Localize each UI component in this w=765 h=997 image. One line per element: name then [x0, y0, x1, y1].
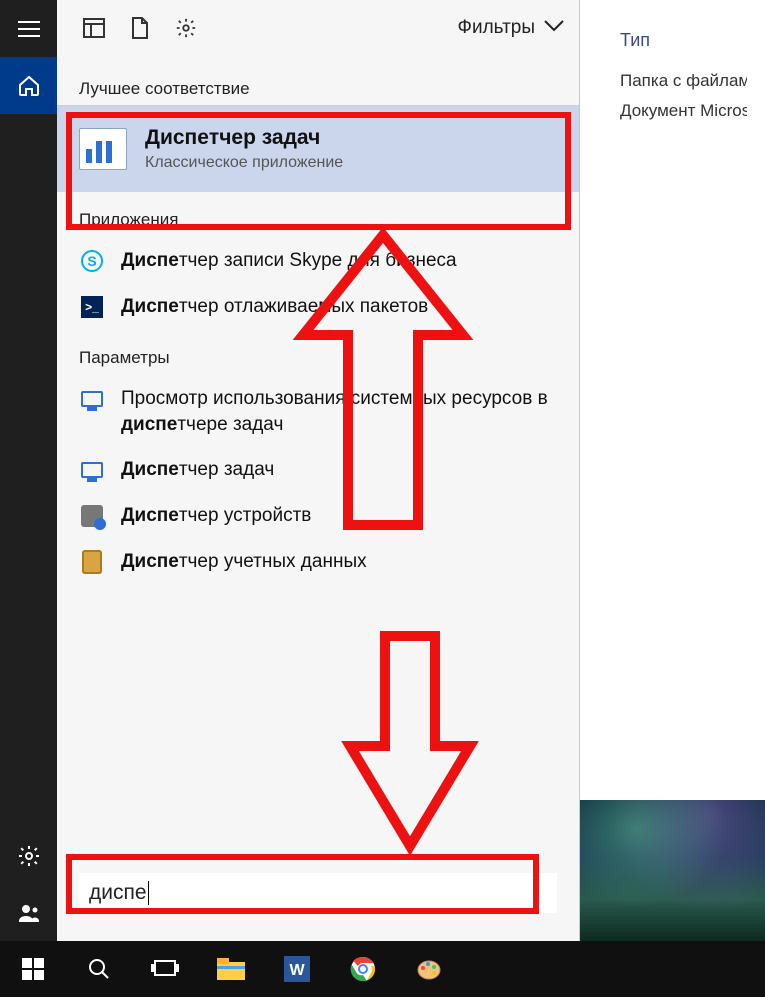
start-button[interactable] [0, 941, 66, 997]
search-input[interactable]: диспе [79, 873, 557, 913]
result-setting[interactable]: Диспетчер задач [57, 447, 579, 493]
documents-scope-icon[interactable] [117, 0, 163, 57]
result-app[interactable]: S Диспетчер записи Skype для бизнеса [57, 238, 579, 284]
chevron-down-icon [543, 17, 565, 39]
gear-icon[interactable] [0, 827, 57, 884]
hamburger-icon[interactable] [0, 0, 57, 57]
cortana-sidebar [0, 0, 57, 941]
apps-scope-icon[interactable] [71, 0, 117, 57]
explorer-row[interactable]: Папка с файлам [620, 71, 747, 91]
result-setting[interactable]: Диспетчер учетных данных [57, 539, 579, 585]
result-setting[interactable]: Диспетчер устройств [57, 493, 579, 539]
search-results-panel: Фильтры Лучшее соответствие Диспетчер за… [57, 0, 580, 941]
taskbar-search-button[interactable] [66, 941, 132, 997]
best-match-title: Диспетчер задач [145, 126, 343, 150]
task-view-button[interactable] [132, 941, 198, 997]
text-caret [148, 881, 149, 905]
home-icon[interactable] [0, 57, 57, 114]
best-match-result[interactable]: Диспетчер задач Классическое приложение [57, 106, 579, 192]
filters-dropdown[interactable]: Фильтры [458, 17, 565, 39]
chrome-button[interactable] [330, 941, 396, 997]
powershell-icon: >_ [79, 294, 105, 320]
filters-label: Фильтры [458, 17, 535, 39]
paint-button[interactable] [396, 941, 462, 997]
column-header-type[interactable]: Тип [620, 30, 747, 51]
file-explorer-button[interactable] [198, 941, 264, 997]
skype-icon: S [79, 248, 105, 274]
explorer-column-area: Тип Папка с файлам Документ Micros [580, 0, 765, 120]
panel-toolbar: Фильтры [57, 0, 579, 57]
device-icon [79, 503, 105, 529]
taskbar: W [0, 941, 765, 997]
word-button[interactable]: W [264, 941, 330, 997]
credential-icon [79, 549, 105, 575]
search-value: диспе [89, 881, 147, 905]
desktop-wallpaper [580, 800, 765, 941]
best-match-subtitle: Классическое приложение [145, 154, 343, 172]
section-settings: Параметры [57, 330, 579, 372]
result-setting[interactable]: Просмотр использования системных ресурсо… [57, 376, 579, 447]
monitor-icon [79, 386, 105, 412]
section-apps: Приложения [57, 192, 579, 234]
result-app[interactable]: >_ Диспетчер отлаживаемых пакетов [57, 284, 579, 330]
settings-scope-icon[interactable] [163, 0, 209, 57]
svg-text:W: W [289, 962, 305, 979]
monitor-icon [79, 457, 105, 483]
explorer-row[interactable]: Документ Micros [620, 101, 747, 121]
task-manager-icon [79, 128, 127, 170]
section-best-match: Лучшее соответствие [57, 57, 579, 106]
feedback-icon[interactable] [0, 884, 57, 941]
